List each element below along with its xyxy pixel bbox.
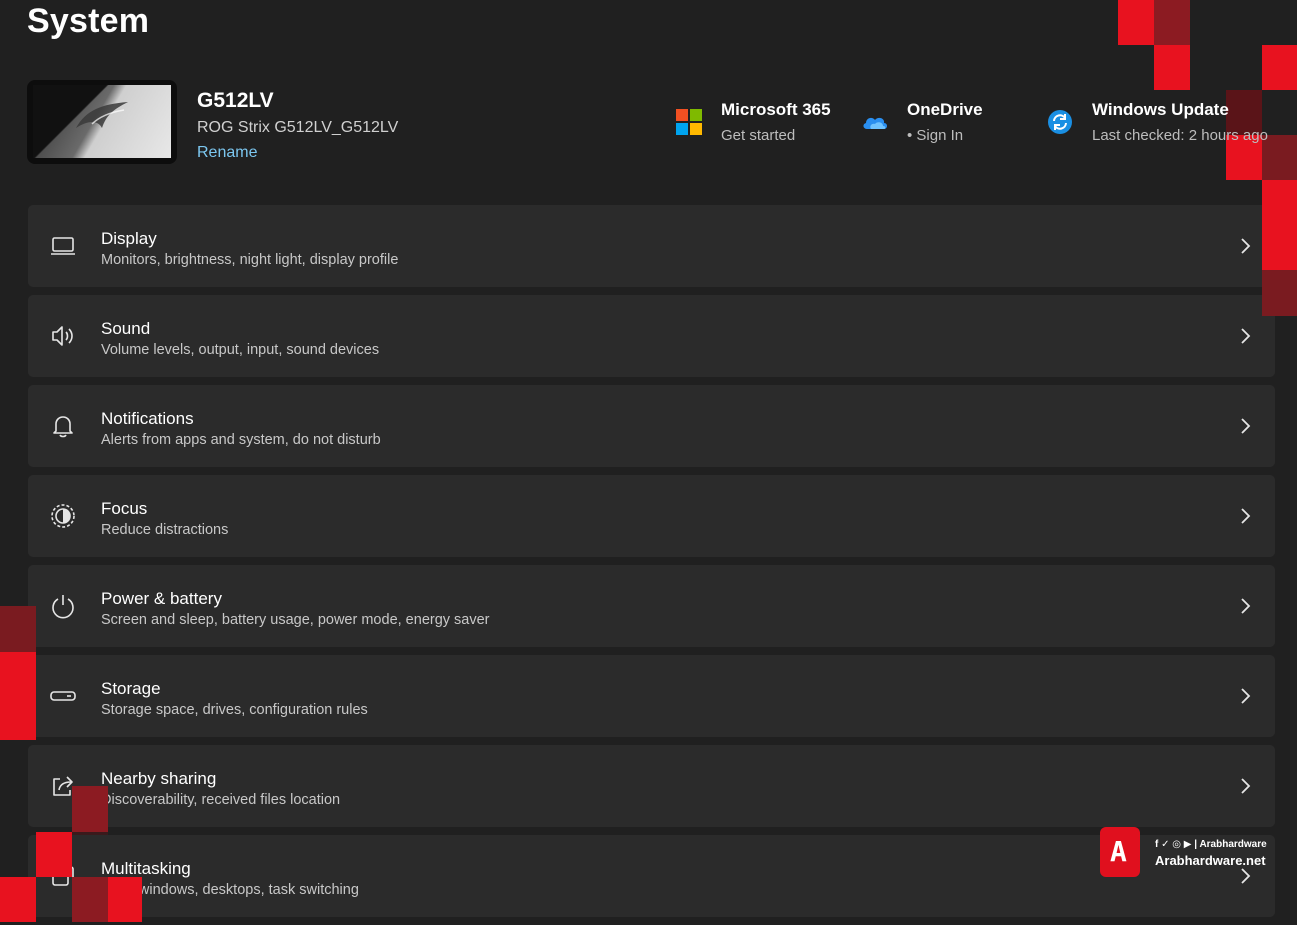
bell-icon <box>53 416 73 438</box>
rename-link[interactable]: Rename <box>197 144 257 162</box>
onedrive-cloud-icon <box>863 117 887 129</box>
chevron-right-icon <box>1241 328 1251 344</box>
settings-item-subtitle: Discoverability, received files location <box>101 792 341 808</box>
settings-item-multitasking[interactable]: Multitasking Snap windows, desktops, tas… <box>28 835 1275 917</box>
device-thumbnail <box>27 80 177 164</box>
display-icon <box>51 237 75 255</box>
page-title: System <box>27 2 150 40</box>
settings-item-sound[interactable]: Sound Volume levels, output, input, soun… <box>28 295 1275 377</box>
settings-item-title: Storage <box>101 679 161 698</box>
chevron-right-icon <box>1241 238 1251 254</box>
watermark-logo-letter: A <box>1110 835 1127 868</box>
settings-item-title: Power & battery <box>101 589 222 608</box>
settings-item-title: Focus <box>101 499 148 518</box>
chevron-right-icon <box>1241 508 1251 524</box>
quick-link-subtitle: Last checked: 2 hours ago <box>1092 127 1268 144</box>
quick-link-subtitle: Get started <box>721 127 796 144</box>
focus-icon <box>51 504 75 528</box>
watermark-social: f ✓ ◎ ▶ | Arabhardware <box>1155 839 1267 850</box>
chevron-right-icon <box>1241 598 1251 614</box>
settings-item-power-battery[interactable]: Power & battery Screen and sleep, batter… <box>28 565 1275 647</box>
chevron-right-icon <box>1241 778 1251 794</box>
rog-logo-icon <box>76 102 128 128</box>
settings-item-title: Notifications <box>101 409 194 428</box>
settings-item-display[interactable]: Display Monitors, brightness, night ligh… <box>28 205 1275 287</box>
windows-update-icon <box>1048 110 1072 134</box>
settings-item-title: Multitasking <box>101 859 191 878</box>
settings-item-title: Sound <box>101 319 151 338</box>
microsoft-logo-icon <box>676 109 702 135</box>
settings-item-subtitle: Volume levels, output, input, sound devi… <box>101 342 380 358</box>
device-model: ROG Strix G512LV_G512LV <box>197 119 399 136</box>
quick-link-title: Windows Update <box>1092 100 1229 119</box>
settings-item-subtitle: Alerts from apps and system, do not dist… <box>101 432 381 448</box>
settings-item-subtitle: Screen and sleep, battery usage, power m… <box>101 612 490 628</box>
device-name: G512LV <box>197 89 274 112</box>
quick-link-subtitle: • Sign In <box>907 127 964 144</box>
watermark: A f ✓ ◎ ▶ | Arabhardware Arabhardware.ne… <box>1100 827 1280 877</box>
storage-drive-icon <box>50 691 76 701</box>
arabhardware-logo-icon: A <box>1100 827 1140 877</box>
settings-item-subtitle: Monitors, brightness, night light, displ… <box>101 252 399 268</box>
settings-item-subtitle: Reduce distractions <box>101 522 229 538</box>
chevron-right-icon <box>1241 688 1251 704</box>
settings-item-title: Display <box>101 229 157 248</box>
settings-item-title: Nearby sharing <box>101 769 217 788</box>
settings-item-nearby-sharing[interactable]: Nearby sharing Discoverability, received… <box>28 745 1275 827</box>
watermark-site: Arabhardware.net <box>1155 853 1266 868</box>
settings-item-subtitle: Storage space, drives, configuration rul… <box>101 702 368 718</box>
quick-link-title: Microsoft 365 <box>721 100 831 119</box>
quick-link-title: OneDrive <box>907 100 983 119</box>
power-icon <box>52 595 74 619</box>
settings-item-notifications[interactable]: Notifications Alerts from apps and syste… <box>28 385 1275 467</box>
settings-item-storage[interactable]: Storage Storage space, drives, configura… <box>28 655 1275 737</box>
settings-list: Display Monitors, brightness, night ligh… <box>28 205 1275 925</box>
speaker-icon <box>52 326 73 346</box>
chevron-right-icon <box>1241 418 1251 434</box>
settings-item-focus[interactable]: Focus Reduce distractions <box>28 475 1275 557</box>
